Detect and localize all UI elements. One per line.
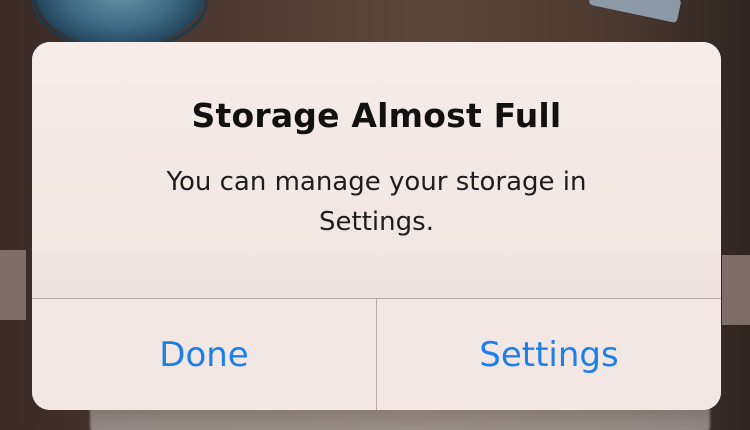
storage-alert-dialog: Storage Almost Full You can manage your … (32, 42, 721, 410)
alert-body: Storage Almost Full You can manage your … (32, 42, 721, 298)
background-text-fragment-left (0, 250, 26, 320)
alert-title: Storage Almost Full (191, 96, 562, 135)
alert-button-row: Done Settings (32, 298, 721, 410)
background-shape (588, 0, 682, 24)
background-text-fragment-right (722, 255, 750, 325)
settings-button[interactable]: Settings (376, 299, 721, 410)
alert-message: You can manage your storage in Settings. (166, 167, 587, 237)
done-button[interactable]: Done (32, 299, 376, 410)
